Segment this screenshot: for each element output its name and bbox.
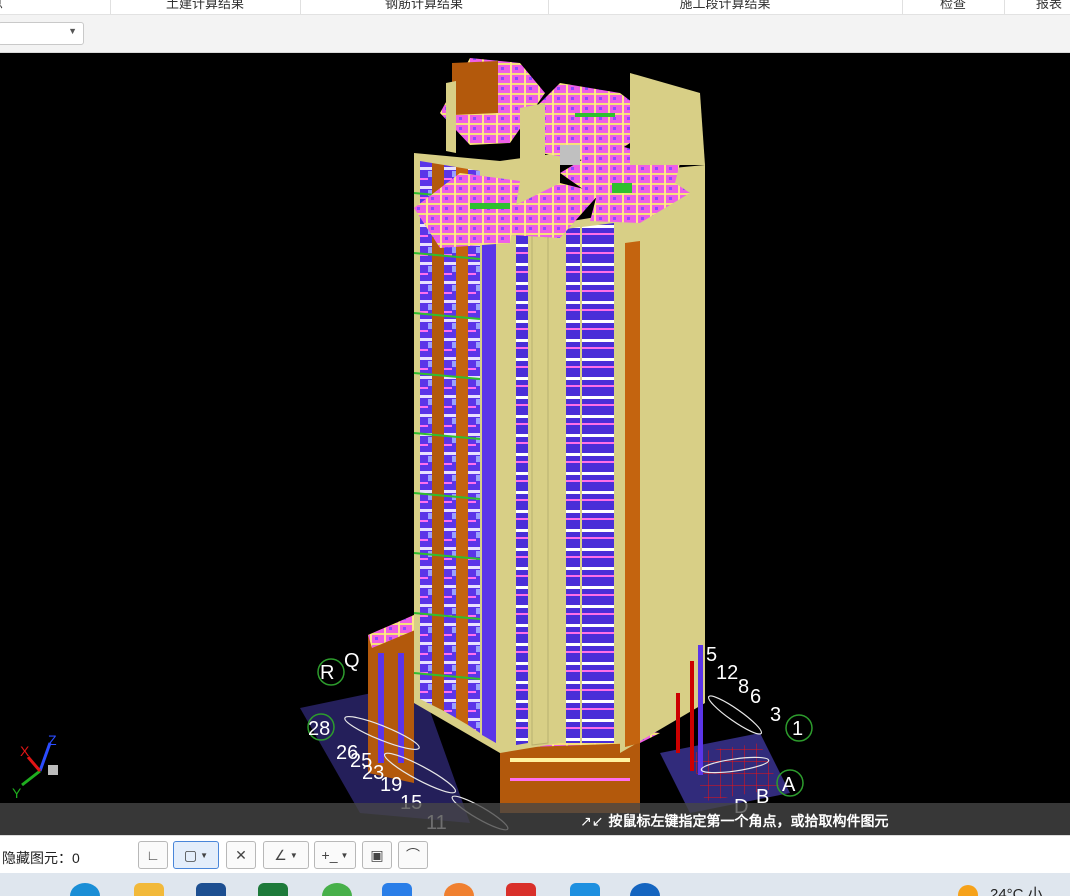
gizmo-z-label: Z [48,732,57,748]
arc-icon: ⌒ [406,847,420,863]
green-app-icon[interactable] [322,883,352,896]
firefox-icon[interactable] [444,883,474,896]
axis-label-1: 1 [792,718,803,740]
tab-civil-result[interactable]: 土建计算结果 [110,0,301,14]
ortho-button[interactable]: ∟ [138,841,168,869]
weather-sun-icon [958,885,978,896]
mail-icon[interactable] [382,883,412,896]
ribbon-tab-bar: 息 土建计算结果 钢筋计算结果 施工段计算结果 检查 报表 [0,0,1070,15]
arc-button[interactable]: ⌒ [398,841,428,869]
angle-button[interactable]: ∠ ▼ [263,841,309,869]
weather-text[interactable]: 24°C 小 [990,883,1043,896]
select-box-button[interactable]: ▢ ▼ [173,841,219,869]
crosshair-arrows-icon: ↗↙ [580,813,604,829]
ortho-icon: ∟ [146,847,160,863]
view-button[interactable]: ▣ [362,841,392,869]
tab-report[interactable]: 报表 [1004,0,1070,14]
floor-select[interactable]: ▼ [0,22,84,45]
tab-check[interactable]: 检查 [902,0,1005,14]
building-3d-render: R Q 28 26 25 23 19 15 11 5 12 8 6 3 1 A … [12,58,813,834]
excel-icon[interactable] [258,883,288,896]
drawing-toolbar: 隐藏图元：0 ∟ ▢ ▼ ✕ ∠ ▼ +_ ▼ ▣ ⌒ [0,835,1070,874]
chevron-down-icon: ▼ [340,850,349,860]
os-taskbar: 24°C 小 [0,873,1070,896]
angle-icon: ∠ [274,846,287,863]
gizmo-y-label: Y [12,785,22,801]
app-blue-icon[interactable] [196,883,226,896]
chevron-down-icon: ▼ [68,26,77,36]
axis-label-12: 12 [716,662,738,684]
axis-label-A: A [782,774,796,796]
gizmo-x-label: X [20,743,30,759]
axis-label-3: 3 [770,704,781,726]
dimension-icon: +_ [321,847,338,863]
axis-label-28: 28 [308,718,330,740]
axis-label-8: 8 [738,676,749,698]
status-hint-bar: ↗↙ 按鼠标左键指定第一个角点，或拾取构件图元 [0,803,1070,835]
cross-icon: ✕ [235,846,247,863]
sub-toolbar: ▼ [0,15,1070,53]
chevron-down-icon: ▼ [289,850,298,860]
axis-gizmo: X Y Z [12,732,58,801]
axis-label-Q: Q [344,650,360,672]
axis-label-6: 6 [750,686,761,708]
axis-label-19: 19 [380,774,402,796]
status-hint-text: ↗↙ 按鼠标左键指定第一个角点，或拾取构件图元 [580,813,889,829]
tab-rebar-result[interactable]: 钢筋计算结果 [300,0,549,14]
tab-stage-result[interactable]: 施工段计算结果 [548,0,903,14]
blue-circle-app-icon[interactable] [630,883,660,896]
model-viewport[interactable]: R Q 28 26 25 23 19 15 11 5 12 8 6 3 1 A … [0,53,1070,835]
glodon-icon[interactable] [570,883,600,896]
hidden-elements-count: 隐藏图元：0 [2,850,80,866]
cancel-select-button[interactable]: ✕ [226,841,256,869]
tab-info[interactable]: 息 [0,0,111,14]
wps-icon[interactable] [506,883,536,896]
axis-label-R: R [320,662,334,684]
edge-icon[interactable] [70,883,100,896]
folder-icon[interactable] [134,883,164,896]
select-box-icon: ▢ [183,846,198,863]
dimension-button[interactable]: +_ ▼ [314,841,356,869]
chevron-down-icon: ▼ [200,850,209,860]
view-icon: ▣ [370,846,384,863]
